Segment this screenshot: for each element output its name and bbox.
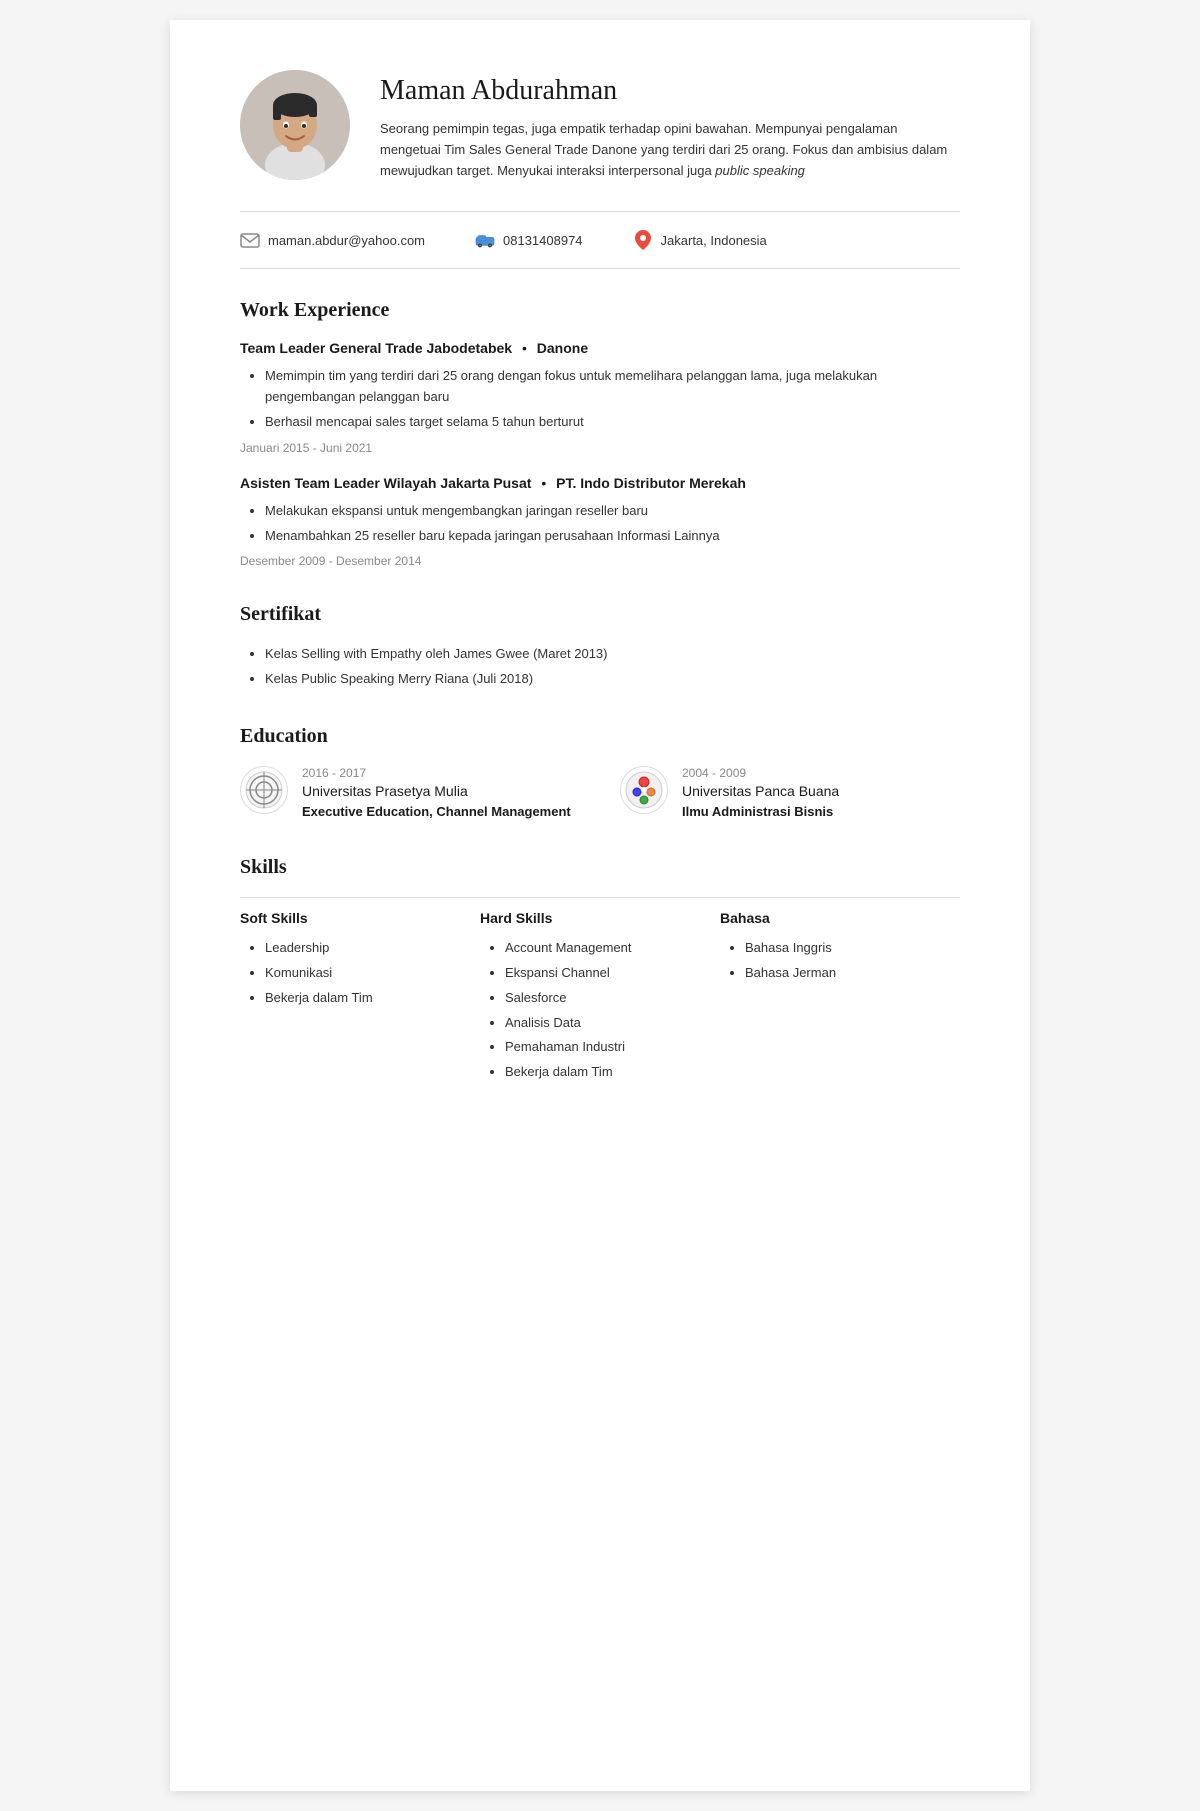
- list-item: Bahasa Inggris: [745, 938, 940, 959]
- sertifikat-list: Kelas Selling with Empathy oleh James Gw…: [240, 644, 960, 690]
- location-icon: [633, 232, 653, 248]
- job-2-title-line: Asisten Team Leader Wilayah Jakarta Pusa…: [240, 475, 960, 491]
- list-item: Leadership: [265, 938, 460, 959]
- list-item: Bahasa Jerman: [745, 963, 940, 984]
- list-item: Melakukan ekspansi untuk mengembangkan j…: [265, 501, 960, 522]
- candidate-name: Maman Abdurahman: [380, 75, 960, 107]
- hard-skills-list: Account Management Ekspansi Channel Sale…: [480, 938, 700, 1083]
- list-item: Bekerja dalam Tim: [265, 988, 460, 1009]
- bahasa-title: Bahasa: [720, 910, 940, 926]
- job-1: Team Leader General Trade Jabodetabek • …: [240, 340, 960, 454]
- list-item: Ekspansi Channel: [505, 963, 700, 984]
- list-item: Komunikasi: [265, 963, 460, 984]
- list-item: Memimpin tim yang terdiri dari 25 orang …: [265, 366, 960, 408]
- resume-container: Maman Abdurahman Seorang pemimpin tegas,…: [170, 20, 1030, 1791]
- soft-skills-title: Soft Skills: [240, 910, 460, 926]
- header-section: Maman Abdurahman Seorang pemimpin tegas,…: [240, 70, 960, 211]
- education-item-1: 2016 - 2017 Universitas Prasetya Mulia E…: [240, 766, 580, 821]
- job-2: Asisten Team Leader Wilayah Jakarta Pusa…: [240, 475, 960, 569]
- education-section: Education 2016 - 2017: [240, 725, 960, 821]
- edu-year-1: 2016 - 2017: [302, 766, 580, 780]
- job-2-dates: Desember 2009 - Desember 2014: [240, 554, 960, 568]
- job-1-dates: Januari 2015 - Juni 2021: [240, 441, 960, 455]
- list-item: Analisis Data: [505, 1013, 700, 1034]
- edu-degree-2: Ilmu Administrasi Bisnis: [682, 803, 960, 821]
- edu-details-2: 2004 - 2009 Universitas Panca Buana Ilmu…: [682, 766, 960, 821]
- avatar: [240, 70, 350, 180]
- education-title: Education: [240, 725, 960, 748]
- contact-location: Jakarta, Indonesia: [633, 232, 767, 248]
- sertifikat-title: Sertifikat: [240, 603, 960, 626]
- header-info: Maman Abdurahman Seorang pemimpin tegas,…: [380, 70, 960, 181]
- edu-degree-1: Executive Education, Channel Management: [302, 803, 580, 821]
- phone-icon: [475, 232, 495, 248]
- list-item: Salesforce: [505, 988, 700, 1009]
- list-item: Account Management: [505, 938, 700, 959]
- candidate-bio: Seorang pemimpin tegas, juga empatik ter…: [380, 119, 960, 181]
- contact-section: maman.abdur@yahoo.com 08131408974: [240, 212, 960, 268]
- work-experience-title: Work Experience: [240, 299, 960, 322]
- soft-skills-list: Leadership Komunikasi Bekerja dalam Tim: [240, 938, 460, 1008]
- edu-logo-2: [620, 766, 668, 814]
- sertifikat-section: Sertifikat Kelas Selling with Empathy ol…: [240, 603, 960, 690]
- edu-year-2: 2004 - 2009: [682, 766, 960, 780]
- edu-details-1: 2016 - 2017 Universitas Prasetya Mulia E…: [302, 766, 580, 821]
- skills-grid: Soft Skills Leadership Komunikasi Bekerj…: [240, 897, 960, 1091]
- email-icon: [240, 232, 260, 248]
- edu-university-2: Universitas Panca Buana: [682, 783, 960, 799]
- contact-email: maman.abdur@yahoo.com: [240, 232, 425, 248]
- job-2-bullets: Melakukan ekspansi untuk mengembangkan j…: [240, 501, 960, 547]
- list-item: Bekerja dalam Tim: [505, 1062, 700, 1083]
- work-experience-section: Work Experience Team Leader General Trad…: [240, 299, 960, 568]
- hard-skills-title: Hard Skills: [480, 910, 700, 926]
- education-item-2: 2004 - 2009 Universitas Panca Buana Ilmu…: [620, 766, 960, 821]
- job-1-title-line: Team Leader General Trade Jabodetabek • …: [240, 340, 960, 356]
- edu-university-1: Universitas Prasetya Mulia: [302, 783, 580, 799]
- main-content: Work Experience Team Leader General Trad…: [240, 269, 960, 1091]
- soft-skills-column: Soft Skills Leadership Komunikasi Bekerj…: [240, 897, 480, 1091]
- list-item: Kelas Selling with Empathy oleh James Gw…: [265, 644, 960, 665]
- job-1-bullets: Memimpin tim yang terdiri dari 25 orang …: [240, 366, 960, 432]
- bahasa-column: Bahasa Bahasa Inggris Bahasa Jerman: [720, 897, 960, 1091]
- skills-section: Skills Soft Skills Leadership Komunikasi…: [240, 856, 960, 1091]
- list-item: Berhasil mencapai sales target selama 5 …: [265, 412, 960, 433]
- list-item: Kelas Public Speaking Merry Riana (Juli …: [265, 669, 960, 690]
- list-item: Menambahkan 25 reseller baru kepada jari…: [265, 526, 960, 547]
- skills-title: Skills: [240, 856, 960, 879]
- hard-skills-column: Hard Skills Account Management Ekspansi …: [480, 897, 720, 1091]
- contact-phone: 08131408974: [475, 232, 583, 248]
- list-item: Pemahaman Industri: [505, 1037, 700, 1058]
- edu-logo-1: [240, 766, 288, 814]
- bahasa-list: Bahasa Inggris Bahasa Jerman: [720, 938, 940, 984]
- education-grid: 2016 - 2017 Universitas Prasetya Mulia E…: [240, 766, 960, 821]
